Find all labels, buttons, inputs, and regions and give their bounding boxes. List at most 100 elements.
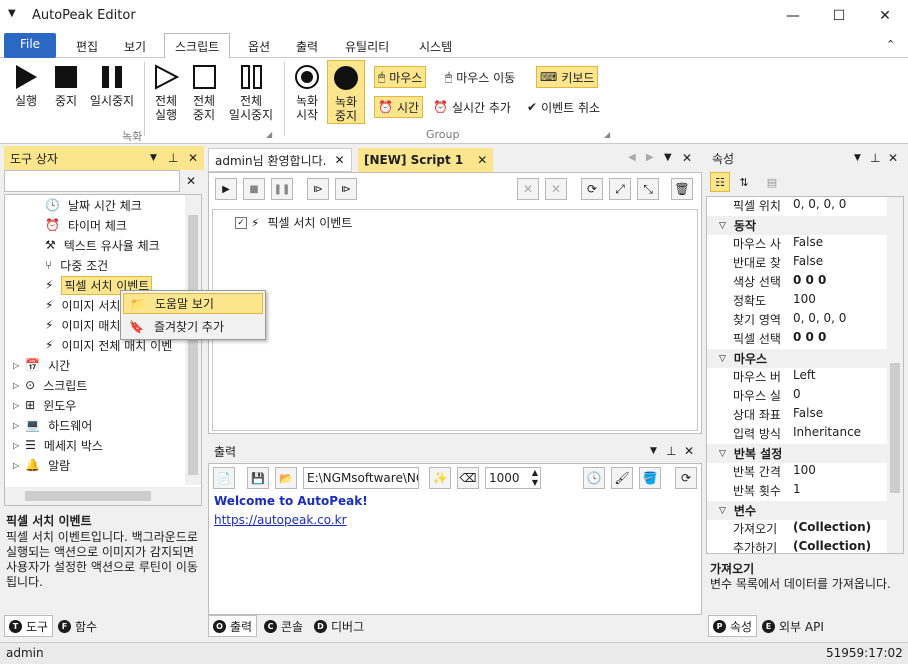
tab-output[interactable]: 출력 (286, 34, 328, 58)
categorized-button[interactable]: ☷ (710, 172, 730, 192)
property-row[interactable]: 픽셀 위치 0, 0, 0, 0 (707, 197, 887, 216)
record-stop-button[interactable]: 녹화 중지 (327, 60, 365, 124)
tab-external-api[interactable]: E 외부 API (758, 615, 828, 637)
property-row[interactable]: 찾기 영역 0, 0, 0, 0 (707, 311, 887, 330)
refresh-button[interactable]: ⟳ (581, 178, 603, 200)
property-row[interactable]: 추가하기 (Collection) (707, 539, 887, 553)
property-row[interactable]: 정확도 100 (707, 292, 887, 311)
property-row[interactable]: 마우스 버 Left (707, 368, 887, 387)
clean-button[interactable]: ✨ (429, 467, 451, 489)
disable-button[interactable]: ✕ (517, 178, 539, 200)
run-selected-button[interactable]: ⧐ (335, 178, 357, 200)
scroll-left-icon[interactable]: ◀ (628, 152, 636, 163)
property-pages-button[interactable]: ▤ (762, 172, 782, 192)
close-icon[interactable]: ✕ (684, 444, 694, 458)
tab-tools[interactable]: T 도구 (4, 615, 54, 637)
output-link[interactable]: https://autopeak.co.kr (214, 513, 347, 527)
collapse-ribbon-icon[interactable]: ⌃ (886, 38, 895, 51)
close-icon[interactable]: ✕ (188, 151, 198, 165)
stop-all-button[interactable]: 전체 중지 (186, 64, 222, 122)
property-category[interactable]: ▽ 마우스 (707, 349, 887, 368)
tab-functions[interactable]: F 함수 (54, 615, 101, 637)
tree-category[interactable]: ▷ ☰ 메세지 박스 (13, 435, 103, 455)
stop-button[interactable]: ■ (243, 178, 265, 200)
tree-item[interactable]: 🕓 날짜 시간 체크 (45, 195, 142, 215)
brush-button[interactable]: 🖌 (611, 467, 633, 489)
run-button[interactable]: ▶ (215, 178, 237, 200)
dialog-launcher-icon[interactable]: ◢ (604, 130, 610, 139)
tab-output[interactable]: O 출력 (208, 615, 258, 637)
property-row[interactable]: 가져오기 (Collection) (707, 520, 887, 539)
vertical-scrollbar[interactable] (887, 197, 903, 553)
horizontal-scrollbar[interactable] (5, 487, 201, 505)
script-canvas[interactable]: ✓ ⚡ 픽셀 서치 이벤트 (212, 209, 698, 431)
close-icon[interactable]: ✕ (682, 151, 692, 165)
dropdown-icon[interactable]: ▼ (854, 153, 861, 163)
close-icon[interactable]: ✕ (888, 151, 898, 165)
tree-item[interactable]: ⚡ 이미지 매치 (45, 315, 120, 335)
maximize-button[interactable]: ☐ (816, 0, 862, 32)
property-category[interactable]: ▽ 반복 설정 (707, 444, 887, 463)
time-record-toggle[interactable]: ⏰ 시간 (374, 96, 424, 118)
close-button[interactable]: ✕ (862, 0, 908, 32)
dropdown-icon[interactable]: ▼ (664, 152, 672, 163)
toolbox-search-input[interactable] (4, 170, 180, 192)
tab-debug[interactable]: D 디버그 (310, 615, 368, 637)
property-category[interactable]: ▽ 변수 (707, 501, 887, 520)
property-row[interactable]: 상대 좌표 False (707, 406, 887, 425)
property-row[interactable]: 마우스 사 False (707, 235, 887, 254)
realtime-add-button[interactable]: ⏰ 실시간 추가 (430, 96, 514, 118)
menu-item-favorite[interactable]: 🔖 즐겨찾기 추가 (123, 316, 263, 337)
tab-script-1[interactable]: [NEW] Script 1 ✕ (358, 148, 494, 172)
pause-button[interactable]: ❚❚ (271, 178, 293, 200)
tree-item[interactable]: ⚡ 이미지 서치 (45, 295, 120, 315)
tab-welcome[interactable]: admin님 환영합니다. ✕ (208, 148, 352, 172)
tab-properties[interactable]: P 속성 (708, 615, 758, 637)
mouse-move-toggle[interactable]: 🖱 마우스 이동 (442, 66, 518, 88)
tab-system[interactable]: 시스템 (409, 34, 462, 58)
dropdown-icon[interactable]: ▼ (150, 153, 157, 163)
tree-category[interactable]: ▷ 💻 하드웨어 (13, 415, 92, 435)
property-row[interactable]: 반대로 찾 False (707, 254, 887, 273)
trash-button[interactable]: 🗑 (671, 178, 693, 200)
quick-access-menu-icon[interactable]: ▼ (8, 8, 16, 19)
tree-category[interactable]: ▷ ⊞ 윈도우 (13, 395, 76, 415)
tree-category[interactable]: ▷ ⊙ 스크립트 (13, 375, 87, 395)
pause-all-button[interactable]: 전체 일시중지 (224, 64, 278, 122)
record-start-button[interactable]: 녹화 시작 (289, 64, 325, 122)
script-item[interactable]: ✓ ⚡ 픽셀 서치 이벤트 (235, 214, 352, 231)
tab-utility[interactable]: 유틸리티 (335, 34, 399, 58)
tree-item[interactable]: ⚒ 텍스트 유사율 체크 (45, 235, 160, 255)
stop-button[interactable]: 중지 (48, 64, 84, 108)
run-all-button[interactable]: 전체 실행 (148, 64, 184, 122)
tab-script[interactable]: 스크립트 (164, 33, 231, 59)
dropdown-icon[interactable]: ▼ (650, 446, 657, 456)
keyboard-record-toggle[interactable]: ⌨ 키보드 (536, 66, 599, 88)
expand-button[interactable]: ⤢ (609, 178, 631, 200)
play-button[interactable]: 실행 (8, 64, 44, 108)
tab-console[interactable]: C 콘솔 (260, 615, 307, 637)
alphabetical-button[interactable]: ⇅ (734, 172, 754, 192)
export-button[interactable]: 📄 (213, 467, 235, 489)
minimize-button[interactable]: — (770, 0, 816, 32)
scroll-right-icon[interactable]: ▶ (646, 152, 654, 163)
tab-options[interactable]: 옵션 (238, 34, 280, 58)
pin-icon[interactable]: ⊥ (666, 444, 676, 458)
pin-icon[interactable]: ⊥ (870, 151, 880, 165)
property-row[interactable]: 색상 선택 0 0 0 (707, 273, 887, 292)
vertical-scrollbar[interactable] (185, 195, 201, 485)
menu-item-help[interactable]: 📁 도움말 보기 (123, 293, 263, 314)
dialog-launcher-icon[interactable]: ◢ (266, 130, 272, 139)
mouse-record-toggle[interactable]: 🖱 마우스 (374, 66, 427, 88)
tab-edit[interactable]: 편집 (66, 34, 108, 58)
time-button[interactable]: 🕓 (583, 467, 605, 489)
collapse-button[interactable]: ⤡ (637, 178, 659, 200)
delete-button[interactable]: ✕ (545, 178, 567, 200)
property-row[interactable]: 입력 방식 Inheritance (707, 425, 887, 444)
pin-icon[interactable]: ⊥ (168, 151, 178, 165)
tab-file[interactable]: File (4, 33, 56, 58)
tree-category[interactable]: ▷ 📅 시간 (13, 355, 70, 375)
property-category[interactable]: ▽ 동작 (707, 216, 887, 235)
refresh-button[interactable]: ⟳ (675, 467, 697, 489)
eraser-button[interactable]: ⌫ (457, 467, 479, 489)
